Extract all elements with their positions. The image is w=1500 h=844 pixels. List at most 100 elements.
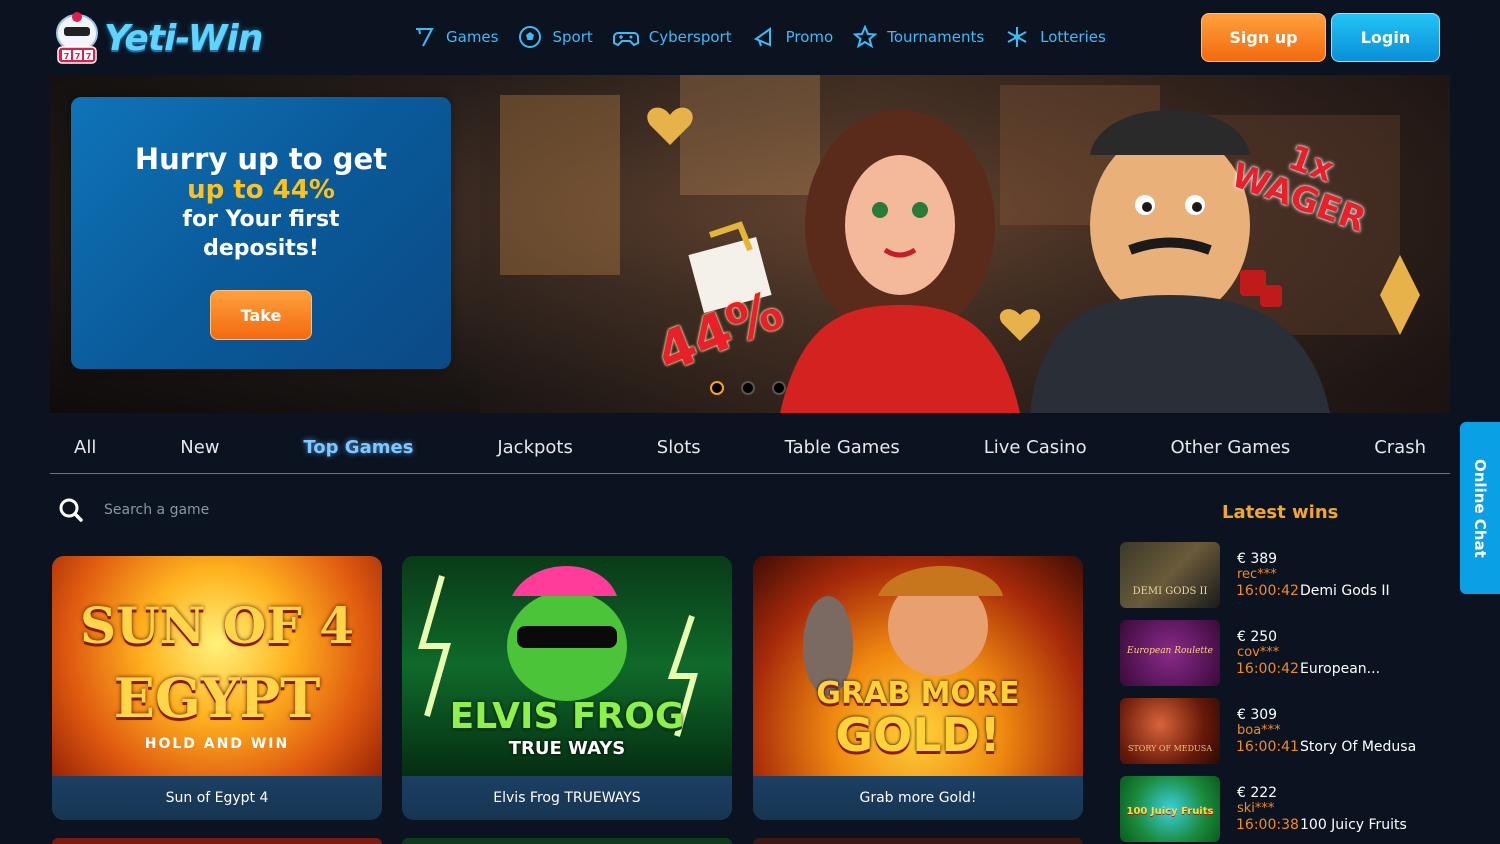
art-title-2: TRUE WAYS bbox=[508, 738, 626, 759]
art-title-3: HOLD AND WIN bbox=[144, 736, 290, 752]
slider-dot-2[interactable] bbox=[741, 381, 755, 395]
win-user: boa*** bbox=[1237, 723, 1281, 738]
win-game-thumbnail[interactable]: DEMI GODS II bbox=[1120, 542, 1220, 608]
game-card[interactable]: SUN OF 4 EGYPT HOLD AND WIN Sun of Egypt… bbox=[52, 556, 382, 820]
online-chat-button[interactable]: Online Chat bbox=[1460, 422, 1500, 594]
game-card-next-row[interactable] bbox=[753, 838, 1083, 844]
svg-text:7: 7 bbox=[64, 52, 70, 61]
login-button[interactable]: Login bbox=[1331, 13, 1440, 62]
search-input[interactable] bbox=[104, 502, 504, 518]
seven-icon bbox=[416, 28, 434, 47]
tab-new[interactable]: New bbox=[180, 437, 219, 458]
nav-cybersport[interactable]: Cybersport bbox=[612, 25, 732, 49]
category-tabs: All New Top Games Jackpots Slots Table G… bbox=[50, 422, 1450, 474]
star-icon bbox=[853, 25, 878, 49]
win-game-thumbnail[interactable]: STORY OF MEDUSA bbox=[1120, 698, 1220, 764]
nav-sport[interactable]: Sport bbox=[518, 25, 593, 49]
art-title-1: SUN OF 4 bbox=[79, 596, 355, 655]
game-card[interactable]: ELVIS FROG TRUE WAYS Elvis Frog TRUEWAYS bbox=[402, 556, 732, 820]
game-thumbnail[interactable]: ELVIS FROG TRUE WAYS bbox=[402, 556, 732, 776]
take-button[interactable]: Take bbox=[210, 290, 312, 340]
nav-games[interactable]: Games bbox=[412, 25, 498, 49]
tab-all[interactable]: All bbox=[74, 437, 96, 458]
svg-text:7: 7 bbox=[86, 52, 92, 61]
win-game-name[interactable]: Story Of Medusa bbox=[1300, 739, 1416, 755]
thumb-text: European Roulette bbox=[1127, 646, 1213, 656]
nav-games-label: Games bbox=[446, 28, 499, 46]
thumb-text: STORY OF MEDUSA bbox=[1127, 744, 1213, 753]
promo-banner[interactable]: Hurry up to get up to 44% for Your first… bbox=[50, 75, 1450, 413]
banner-background bbox=[480, 75, 1450, 413]
nav-promo[interactable]: Promo bbox=[752, 25, 834, 49]
megaphone-icon bbox=[753, 27, 771, 47]
game-title[interactable]: Grab more Gold! bbox=[753, 776, 1083, 820]
promo-line-2: up to 44% bbox=[187, 175, 335, 205]
nav-lotteries-label: Lotteries bbox=[1040, 28, 1106, 46]
nav-tournaments-label: Tournaments bbox=[887, 28, 985, 46]
art-title-2: GOLD! bbox=[835, 708, 1001, 762]
thumb-text: 100 Juicy Fruits bbox=[1126, 806, 1214, 817]
logo-text: Yeti-Win bbox=[104, 17, 263, 59]
win-game-name[interactable]: Demi Gods II bbox=[1300, 583, 1390, 599]
win-game-thumbnail[interactable]: 100 Juicy Fruits bbox=[1120, 776, 1220, 842]
win-amount: € 222 bbox=[1237, 785, 1278, 801]
win-game-name[interactable]: 100 Juicy Fruits bbox=[1300, 817, 1407, 833]
win-item[interactable]: 100 Juicy Fruits € 222 ski*** 16:00:38 1… bbox=[1120, 776, 1450, 842]
game-thumbnail[interactable]: SUN OF 4 EGYPT HOLD AND WIN bbox=[52, 556, 382, 776]
game-card[interactable]: GRAB MORE GOLD! Grab more Gold! bbox=[753, 556, 1083, 820]
game-thumbnail[interactable]: GRAB MORE GOLD! bbox=[753, 556, 1083, 776]
win-time: 16:00:42 bbox=[1236, 661, 1299, 677]
win-user: ski*** bbox=[1237, 801, 1275, 816]
art-title-2: EGYPT bbox=[113, 666, 321, 730]
game-title[interactable]: Sun of Egypt 4 bbox=[52, 776, 382, 820]
nav-lotteries[interactable]: Lotteries bbox=[1004, 25, 1106, 49]
tab-other-games[interactable]: Other Games bbox=[1171, 437, 1291, 458]
online-chat-label: Online Chat bbox=[1471, 458, 1489, 558]
game-title[interactable]: Elvis Frog TRUEWAYS bbox=[402, 776, 732, 820]
svg-text:7: 7 bbox=[75, 52, 81, 61]
nav-promo-label: Promo bbox=[785, 28, 834, 46]
gamepad-icon bbox=[612, 32, 639, 47]
win-item[interactable]: European Roulette € 250 cov*** 16:00:42 … bbox=[1120, 620, 1450, 686]
tab-slots[interactable]: Slots bbox=[657, 437, 701, 458]
header: 7 7 7 Yeti-Win Games Sport Cybersport Pr… bbox=[0, 0, 1500, 75]
win-amount: € 389 bbox=[1237, 551, 1278, 567]
win-time: 16:00:42 bbox=[1236, 583, 1299, 599]
slider-dot-1[interactable] bbox=[710, 381, 724, 395]
win-amount: € 309 bbox=[1237, 707, 1278, 723]
soccer-ball-icon bbox=[519, 26, 542, 48]
nav-sport-label: Sport bbox=[552, 28, 593, 46]
tab-live-casino[interactable]: Live Casino bbox=[984, 437, 1087, 458]
promo-line-1: Hurry up to get bbox=[134, 142, 388, 176]
promo-box: Hurry up to get up to 44% for Your first… bbox=[71, 97, 451, 369]
win-time: 16:00:41 bbox=[1236, 739, 1299, 755]
art-title-1: ELVIS FROG bbox=[449, 696, 685, 737]
tab-jackpots[interactable]: Jackpots bbox=[497, 437, 573, 458]
art-title-1: GRAB MORE bbox=[816, 676, 1020, 711]
game-card-next-row[interactable] bbox=[402, 838, 732, 844]
slider-dots bbox=[710, 381, 803, 395]
logo[interactable]: 7 7 7 Yeti-Win bbox=[52, 8, 292, 68]
thumb-text: DEMI GODS II bbox=[1132, 586, 1208, 597]
yeti-mascot-icon: 7 7 7 bbox=[52, 9, 102, 67]
win-user: rec*** bbox=[1237, 567, 1277, 582]
game-search bbox=[52, 490, 652, 530]
snowflake-icon bbox=[1007, 27, 1027, 47]
game-card-next-row[interactable] bbox=[52, 838, 382, 844]
win-game-name[interactable]: European... bbox=[1300, 661, 1380, 677]
main-nav: Games Sport Cybersport Promo Tournaments… bbox=[412, 22, 1126, 52]
win-game-thumbnail[interactable]: European Roulette bbox=[1120, 620, 1220, 686]
slider-dot-3[interactable] bbox=[772, 381, 786, 395]
tab-top-games[interactable]: Top Games bbox=[303, 437, 413, 458]
tab-crash[interactable]: Crash bbox=[1374, 437, 1426, 458]
win-item[interactable]: DEMI GODS II € 389 rec*** 16:00:42 Demi … bbox=[1120, 542, 1450, 608]
tab-table-games[interactable]: Table Games bbox=[785, 437, 900, 458]
nav-cybersport-label: Cybersport bbox=[648, 28, 732, 46]
signup-button[interactable]: Sign up bbox=[1201, 13, 1326, 62]
win-item[interactable]: STORY OF MEDUSA € 309 boa*** 16:00:41 St… bbox=[1120, 698, 1450, 764]
search-icon[interactable] bbox=[58, 497, 84, 523]
win-amount: € 250 bbox=[1237, 629, 1278, 645]
nav-tournaments[interactable]: Tournaments bbox=[853, 25, 984, 49]
promo-line-4: deposits! bbox=[203, 236, 319, 261]
promo-line-3: for Your first bbox=[182, 207, 340, 232]
